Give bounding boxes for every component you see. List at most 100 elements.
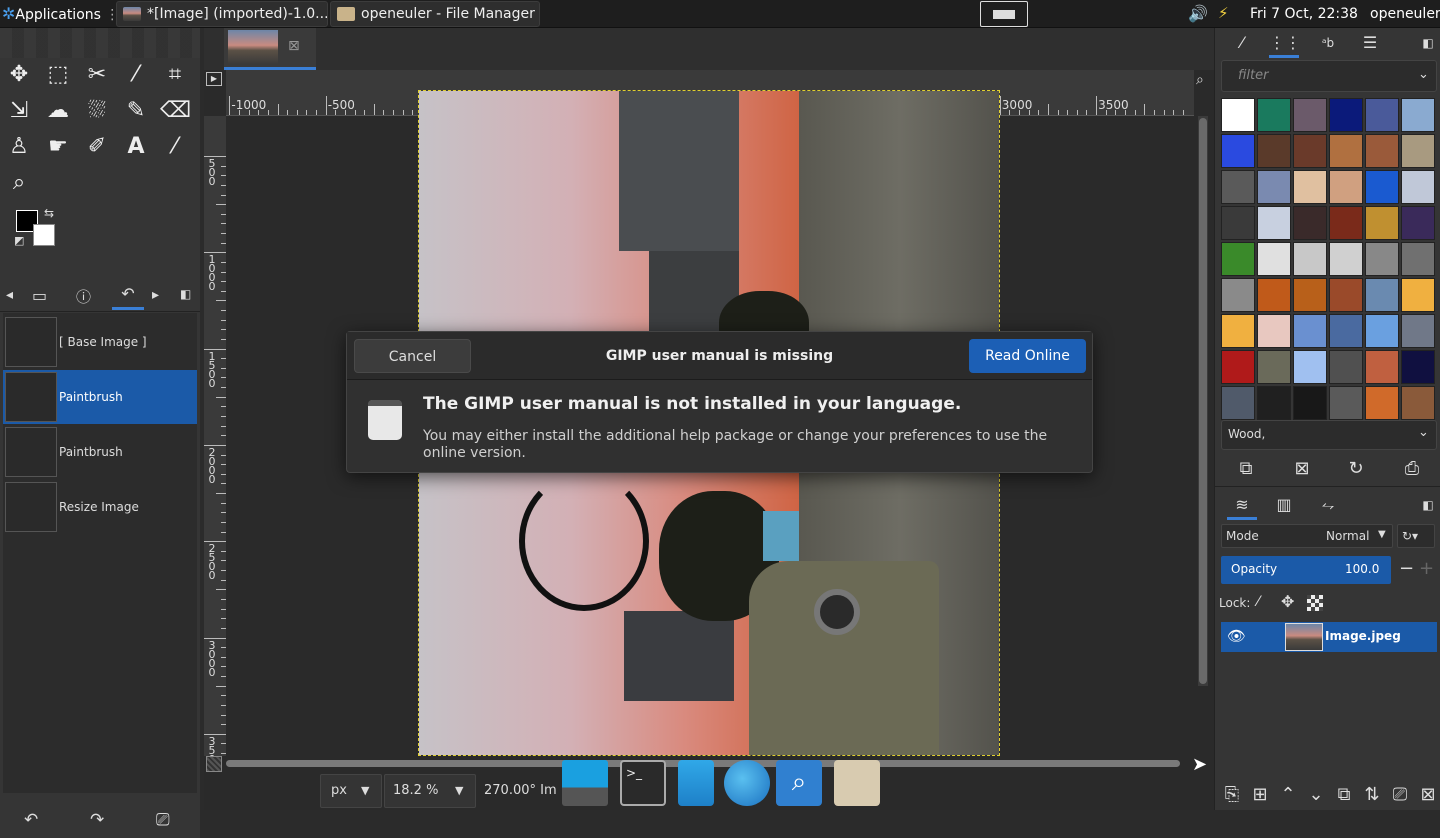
chevron-down-icon[interactable]: ⌄ [1418, 425, 1429, 440]
power-icon[interactable]: ⚡ [1218, 4, 1229, 22]
vertical-ruler[interactable]: 5 0 0 1 0 0 0 1 5 0 0 2 0 0 0 2 5 0 0 3 0 0 0… [204, 116, 226, 756]
warp-transform-icon[interactable]: ☁ [43, 96, 73, 126]
pattern-swatch[interactable] [1365, 170, 1399, 204]
lock-position-icon[interactable]: ✥ [1281, 592, 1294, 611]
history-item-selected[interactable]: Paintbrush [3, 370, 197, 424]
clear-history-icon[interactable]: ⎚ [156, 810, 170, 830]
pattern-swatch[interactable] [1401, 386, 1435, 420]
app-finder-icon[interactable]: ⌕ [776, 760, 822, 806]
history-item[interactable]: Resize Image [3, 480, 197, 534]
pattern-swatch[interactable] [1365, 350, 1399, 384]
pattern-swatch[interactable] [1293, 242, 1327, 276]
pattern-swatch[interactable] [1221, 98, 1255, 132]
paths-tool-icon[interactable]: ✐ [82, 132, 112, 162]
pattern-swatch[interactable] [1257, 386, 1291, 420]
clock[interactable]: Fri 7 Oct, 22:38 [1250, 0, 1358, 28]
merge-layer-icon[interactable]: ⇅ [1359, 784, 1385, 805]
zoom-tool-icon[interactable]: ⌕ [4, 168, 34, 198]
pattern-swatch[interactable] [1293, 350, 1327, 384]
pattern-swatch[interactable] [1365, 98, 1399, 132]
clone-tool-icon[interactable]: ♙ [4, 132, 34, 162]
pattern-swatch[interactable] [1329, 314, 1363, 348]
tab-image-info-icon[interactable]: ⓘ [76, 286, 91, 307]
background-color[interactable] [33, 224, 55, 246]
open-pattern-icon[interactable]: ⎙ [1399, 458, 1425, 479]
tab-left-arrow-icon[interactable]: ◂ [6, 287, 13, 303]
zoom-selector[interactable]: 18.2 % ▼ [384, 774, 476, 808]
tab-undo-history-icon[interactable]: ↶ [112, 284, 144, 310]
terminal-icon[interactable]: >_ [620, 760, 666, 806]
vertical-scrollbar[interactable] [1198, 116, 1208, 686]
layer-mode-selector[interactable]: Mode Normal ▼ [1221, 524, 1393, 548]
fuzzy-select-icon[interactable]: ⁄ [121, 60, 151, 90]
pattern-swatch[interactable] [1293, 98, 1327, 132]
pattern-swatch[interactable] [1401, 134, 1435, 168]
home-folder-icon[interactable] [834, 760, 880, 806]
read-online-button[interactable]: Read Online [969, 339, 1086, 373]
lock-alpha-icon[interactable] [1307, 595, 1323, 611]
pattern-swatch[interactable] [1329, 206, 1363, 240]
pattern-swatch[interactable] [1293, 206, 1327, 240]
smudge-tool-icon[interactable]: ☛ [43, 132, 73, 162]
pattern-swatch[interactable] [1329, 170, 1363, 204]
pattern-swatch[interactable] [1365, 206, 1399, 240]
scissors-select-icon[interactable]: ✂ [82, 60, 112, 90]
user-menu[interactable]: openeuler [1370, 0, 1440, 28]
layer-row[interactable]: 👁 Image.jpeg [1221, 622, 1437, 652]
image-tab[interactable]: ⊠ [224, 28, 316, 70]
pattern-swatch[interactable] [1257, 98, 1291, 132]
pattern-filter-input[interactable]: filter ⌄ [1221, 60, 1437, 92]
quick-mask-menu-icon[interactable]: ▶ [206, 72, 222, 86]
pattern-swatch[interactable] [1401, 314, 1435, 348]
pattern-swatch[interactable] [1293, 278, 1327, 312]
raise-layer-icon[interactable]: ⌃ [1275, 784, 1301, 805]
undo-icon[interactable]: ↶ [24, 810, 38, 830]
file-manager-icon[interactable] [678, 760, 714, 806]
pattern-swatch[interactable] [1401, 242, 1435, 276]
opacity-slider[interactable]: Opacity 100.0 [1221, 556, 1391, 584]
history-item[interactable]: [ Base Image ] [3, 315, 197, 369]
pattern-swatch[interactable] [1365, 386, 1399, 420]
dock-menu-icon[interactable]: ◧ [1413, 490, 1440, 520]
duplicate-layer-icon[interactable]: ⧉ [1331, 784, 1357, 805]
default-colors-icon[interactable]: ◩ [14, 234, 24, 247]
pattern-swatch[interactable] [1257, 206, 1291, 240]
redo-icon[interactable]: ↷ [90, 810, 104, 830]
task-gimp-window[interactable]: *[Image] (imported)-1.0... [116, 1, 328, 27]
pattern-swatch[interactable] [1329, 386, 1363, 420]
pattern-swatch[interactable] [1401, 98, 1435, 132]
crop-tool-icon[interactable]: ⌗ [160, 60, 190, 90]
refresh-patterns-icon[interactable]: ↻ [1343, 458, 1369, 479]
vertical-scrollbar-thumb[interactable] [1199, 118, 1207, 684]
pattern-swatch[interactable] [1365, 134, 1399, 168]
pattern-swatch[interactable] [1293, 386, 1327, 420]
duplicate-pattern-icon[interactable]: ⧉ [1233, 458, 1259, 479]
pattern-swatch[interactable] [1401, 170, 1435, 204]
paintbrush-icon[interactable]: ✎ [121, 96, 151, 126]
history-item[interactable]: Paintbrush [3, 425, 197, 479]
lower-layer-icon[interactable]: ⌄ [1303, 784, 1329, 805]
pattern-swatch[interactable] [1221, 170, 1255, 204]
pattern-swatch[interactable] [1257, 350, 1291, 384]
pattern-swatch[interactable] [1365, 314, 1399, 348]
pattern-swatch[interactable] [1221, 386, 1255, 420]
pattern-swatch[interactable] [1293, 314, 1327, 348]
tab-patterns-icon[interactable]: ⋮⋮ [1269, 28, 1301, 58]
pattern-swatch[interactable] [1365, 242, 1399, 276]
unified-transform-icon[interactable]: ⇲ [4, 96, 34, 126]
bucket-fill-icon[interactable]: ⛆ [82, 96, 112, 126]
tab-fonts-icon[interactable]: ᵃb [1313, 28, 1343, 58]
new-layer-group-icon[interactable]: ⊞ [1247, 784, 1273, 805]
text-tool-icon[interactable]: A [121, 132, 151, 162]
tab-brushes-icon[interactable]: ⁄ [1227, 28, 1257, 58]
pattern-swatch[interactable] [1257, 278, 1291, 312]
pattern-swatch[interactable] [1401, 278, 1435, 312]
lock-pixels-icon[interactable]: ⁄ [1257, 594, 1259, 610]
pattern-swatch[interactable] [1221, 278, 1255, 312]
pattern-swatch[interactable] [1257, 242, 1291, 276]
pattern-swatch[interactable] [1257, 170, 1291, 204]
pattern-swatch[interactable] [1221, 350, 1255, 384]
pattern-name-field[interactable]: Wood, ⌄ [1221, 420, 1437, 450]
web-browser-icon[interactable] [724, 760, 770, 806]
unit-selector[interactable]: px ▼ [320, 774, 382, 808]
